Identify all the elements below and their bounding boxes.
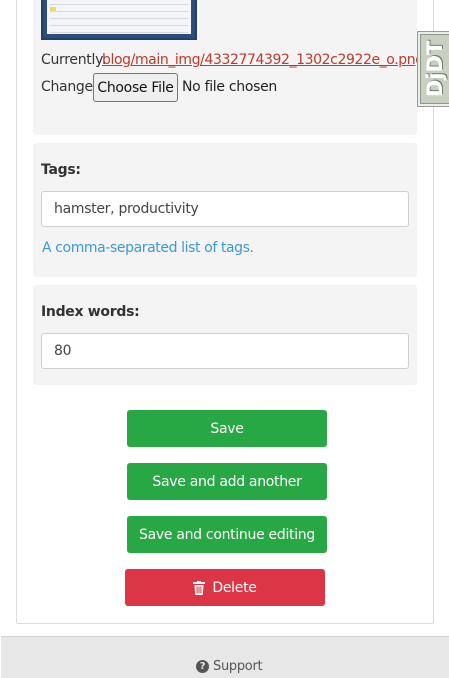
index-words-input[interactable]: 80: [41, 333, 409, 369]
question-circle-icon: ?: [196, 660, 209, 673]
debug-toolbar-handle[interactable]: DjDT: [417, 31, 449, 107]
delete-button[interactable]: Delete: [125, 569, 325, 606]
support-link[interactable]: ? Support: [196, 659, 263, 674]
change-label: Change:: [41, 79, 98, 95]
file-status-text: No file chosen: [182, 79, 277, 95]
djdt-logo: DjDT: [420, 34, 449, 104]
save-and-continue-button[interactable]: Save and continue editing: [127, 516, 327, 553]
index-words-label: Index words:: [41, 304, 140, 320]
tags-input[interactable]: hamster, productivity: [41, 191, 409, 227]
currently-label: Currently:: [41, 52, 107, 68]
save-button[interactable]: Save: [127, 410, 327, 447]
save-and-add-another-button[interactable]: Save and add another: [127, 463, 327, 500]
tags-help-text: A comma-separated list of tags.: [42, 240, 254, 256]
image-thumbnail[interactable]: [41, 0, 197, 40]
delete-label: Delete: [212, 579, 257, 596]
page-footer: ? Support: [1, 636, 449, 678]
current-image-link[interactable]: blog/main_img/4332774392_1302c2922e_o.pn…: [102, 52, 424, 68]
choose-file-button[interactable]: Choose File: [93, 73, 178, 102]
trash-icon: [193, 580, 206, 595]
tags-label: Tags:: [41, 162, 81, 178]
support-label: Support: [213, 659, 263, 674]
